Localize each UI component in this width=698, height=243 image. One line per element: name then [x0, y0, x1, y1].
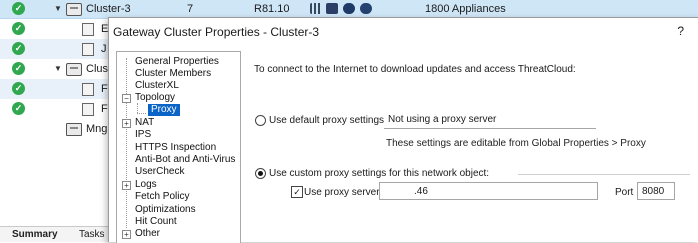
tree-item-clusterxl[interactable]: ClusterXL	[135, 80, 179, 92]
tree-item-topology[interactable]: Topology	[135, 92, 175, 104]
tree-item-optimizations[interactable]: Optimizations	[135, 204, 196, 216]
use-proxy-server-checkbox[interactable]: ✓	[291, 186, 303, 198]
tree-connector	[126, 58, 127, 228]
table-row[interactable]: ✓ F	[0, 99, 108, 119]
shield-icon	[326, 3, 338, 14]
tree-item-nat[interactable]: NAT	[135, 117, 154, 129]
gateway-icon	[82, 103, 94, 116]
status-ok-icon: ✓	[12, 2, 25, 15]
port-label: Port	[615, 187, 634, 198]
proxy-server-input[interactable]: .46	[379, 182, 598, 200]
default-proxy-radio[interactable]	[255, 115, 266, 126]
tree-item-other[interactable]: Other	[135, 228, 160, 240]
management-server-icon	[66, 123, 82, 136]
custom-proxy-label: Use custom proxy settings for this netwo…	[269, 168, 490, 179]
proxy-settings-pane: To connect to the Internet to download u…	[247, 51, 698, 242]
port-input[interactable]: 8080	[637, 182, 675, 200]
tree-item-cluster-members[interactable]: Cluster Members	[135, 68, 211, 80]
tree-item-usercheck[interactable]: UserCheck	[135, 166, 184, 178]
tree-item-hit-count[interactable]: Hit Count	[135, 216, 177, 228]
object-name: Mng	[86, 123, 108, 135]
properties-tree: General Properties Cluster Members Clust…	[116, 51, 241, 243]
bottom-tabs: Summary Tasks	[0, 226, 120, 242]
cluster-icon	[66, 3, 82, 16]
default-proxy-label: Use default proxy settings:	[269, 115, 387, 126]
custom-proxy-group-line	[518, 174, 690, 175]
chevron-down-icon[interactable]: ▼	[54, 64, 62, 73]
default-proxy-value: Not using a proxy server	[384, 111, 596, 129]
tree-item-https-inspection[interactable]: HTTPS Inspection	[135, 142, 216, 154]
status-ok-icon: ✓	[12, 82, 25, 95]
custom-proxy-radio[interactable]	[255, 168, 266, 179]
status-ok-icon: ✓	[12, 102, 25, 115]
help-button[interactable]: ?	[677, 24, 684, 38]
tree-item-proxy[interactable]: Proxy	[148, 104, 180, 116]
status-ok-icon: ✓	[12, 62, 25, 75]
table-row[interactable]: ✓ ▼ Clust	[0, 59, 111, 79]
proxy-intro-text: To connect to the Internet to download u…	[254, 64, 576, 75]
tree-item-logs[interactable]: Logs	[135, 179, 157, 191]
status-ok-icon: ✓	[12, 42, 25, 55]
object-name: J	[101, 43, 107, 55]
chevron-down-icon[interactable]: ▼	[54, 4, 62, 13]
gateway-icon	[82, 43, 94, 56]
object-version: R81.10	[254, 3, 290, 15]
security-blade-icon	[360, 3, 372, 14]
tab-tasks[interactable]: Tasks	[79, 229, 105, 240]
object-name: F	[101, 103, 108, 115]
tree-item-fetch-policy[interactable]: Fetch Policy	[135, 191, 189, 203]
tab-summary[interactable]: Summary	[12, 229, 58, 240]
blades-grid-icon	[310, 3, 322, 14]
cluster-icon	[66, 63, 82, 76]
tree-connector	[137, 103, 138, 113]
tree-item-anti-bot-anti-virus[interactable]: Anti-Bot and Anti-Virus	[135, 154, 235, 166]
object-name: Cluster-3	[86, 3, 131, 15]
object-count: 7	[187, 3, 194, 15]
default-proxy-hint: These settings are editable from Global …	[386, 138, 646, 149]
gateway-cluster-properties-dialog: Gateway Cluster Properties - Cluster-3 ?…	[108, 17, 698, 243]
table-row[interactable]: ✓ J	[0, 39, 108, 59]
object-hardware: 1800 Appliances	[425, 3, 506, 15]
status-ok-icon: ✓	[12, 22, 25, 35]
tree-connector	[137, 113, 146, 114]
expand-icon[interactable]: +	[122, 119, 131, 128]
table-row[interactable]: ✓ E	[0, 19, 108, 39]
expand-icon[interactable]: +	[122, 181, 131, 190]
use-proxy-server-label: Use proxy server:	[304, 187, 383, 198]
table-row[interactable]: ✓ F	[0, 79, 108, 99]
collapse-icon[interactable]: −	[122, 94, 131, 103]
gateway-icon	[82, 83, 94, 96]
tree-item-general-properties[interactable]: General Properties	[135, 56, 219, 68]
threat-prevention-icon	[343, 3, 355, 14]
tree-item-ips[interactable]: IPS	[135, 129, 151, 141]
gateway-icon	[82, 23, 94, 36]
dialog-title: Gateway Cluster Properties - Cluster-3	[113, 25, 320, 39]
table-row[interactable]: Mng	[0, 119, 108, 139]
expand-icon[interactable]: +	[122, 230, 131, 239]
object-name: F	[101, 83, 108, 95]
